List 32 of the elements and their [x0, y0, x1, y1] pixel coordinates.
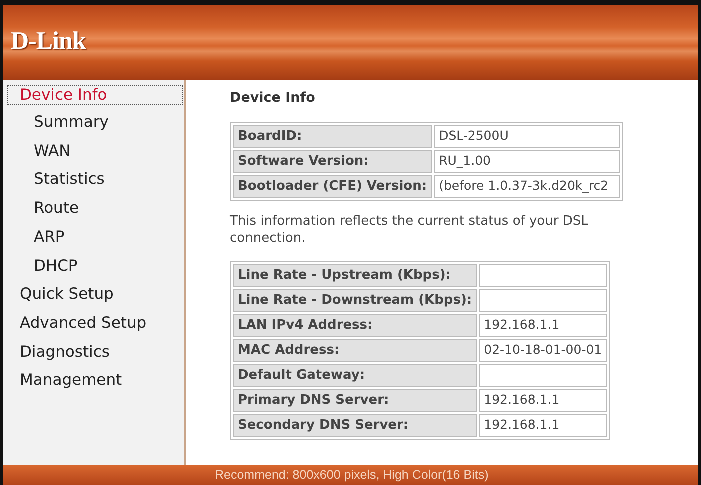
value-cell: DSL-2500U — [434, 125, 620, 148]
label-cell: Secondary DNS Server: — [233, 414, 478, 438]
label-cell: Default Gateway: — [233, 364, 478, 388]
sidebar-link[interactable]: Statistics — [7, 165, 183, 194]
label-cell: Line Rate - Downstream (Kbps): — [233, 289, 478, 312]
description-text: This information reflects the current status of your DSL connection. — [230, 213, 590, 248]
sidebar-link[interactable]: ARP — [7, 222, 183, 252]
value-cell: 192.168.1.1 — [479, 314, 608, 338]
footer-text: Recommend: 800x600 pixels, High Color(16 Bits) — [215, 468, 489, 482]
value-cell: 192.168.1.1 — [479, 389, 608, 412]
sidebar-link[interactable]: WAN — [7, 136, 183, 166]
sidebar-link[interactable]: Advanced Setup — [7, 308, 183, 338]
label-cell: LAN IPv4 Address: — [233, 314, 478, 338]
logo: D-Link — [11, 26, 86, 57]
label-cell: MAC Address: — [233, 339, 478, 362]
label-cell: Bootloader (CFE) Version: — [233, 175, 432, 198]
sidebar-link[interactable]: Device Info — [7, 85, 183, 105]
label-cell: Software Version: — [233, 150, 432, 174]
sidebar-link[interactable]: Route — [7, 194, 183, 223]
page-title: Device Info — [230, 89, 316, 108]
sidebar-link[interactable]: Diagnostics — [7, 338, 183, 366]
label-cell: Line Rate - Upstream (Kbps): — [233, 264, 478, 288]
value-cell: 02-10-18-01-00-01 — [479, 339, 608, 362]
value-cell: RU_1.00 — [434, 150, 620, 174]
sidebar-link[interactable]: Management — [7, 366, 183, 396]
sidebar-link[interactable]: DHCP — [7, 252, 183, 280]
value-cell: (before 1.0.37-3k.d20k_rc2 — [434, 175, 620, 198]
sidebar-link[interactable]: Summary — [7, 108, 183, 137]
value-cell: 192.168.1.1 — [479, 414, 608, 438]
sidebar-link[interactable]: Quick Setup — [7, 280, 183, 309]
label-cell: BoardID: — [233, 125, 432, 148]
label-cell: Primary DNS Server: — [233, 389, 478, 412]
